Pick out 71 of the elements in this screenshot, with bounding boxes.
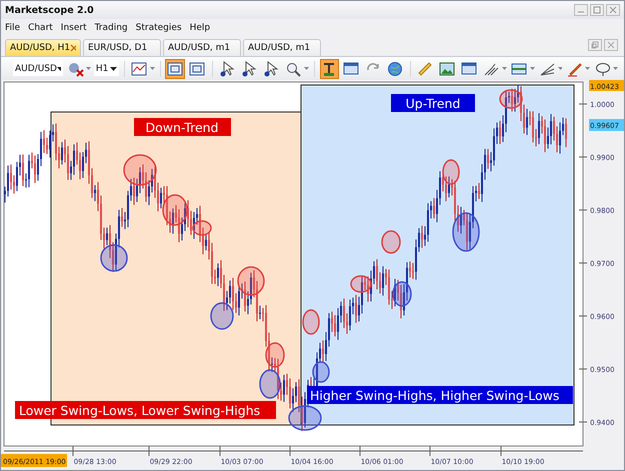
cursor-icon	[263, 60, 280, 76]
timeframe-dropdown[interactable]: H1	[94, 61, 119, 76]
menu-item[interactable]: Chart	[28, 22, 53, 32]
swing-high-circle	[192, 220, 212, 236]
menu-item[interactable]: Insert	[60, 22, 87, 32]
close-icon[interactable]	[70, 44, 76, 52]
window-icon	[343, 60, 360, 76]
swing-low-circle	[312, 361, 330, 383]
ellipse-icon	[594, 60, 611, 76]
caret-icon[interactable]	[304, 67, 309, 70]
swing-low-circle	[392, 281, 412, 307]
remove-indicator-icon	[68, 60, 84, 76]
swing-high-circle	[265, 342, 285, 368]
image-icon	[439, 60, 456, 76]
trend-label: Up-Trend	[391, 94, 475, 112]
maximize-icon	[593, 6, 601, 14]
close-icon	[607, 41, 615, 49]
line-chart-icon	[131, 60, 148, 76]
globe-icon	[387, 60, 404, 76]
cursor-icon	[241, 60, 258, 76]
trend-caption: Lower Swing-Lows, Lower Swing-Highs	[15, 401, 276, 419]
swing-low-circle	[259, 369, 281, 399]
swing-low-circle	[452, 212, 480, 252]
symbol-dropdown[interactable]: AUD/USD	[13, 61, 63, 76]
swing-high-circle	[237, 266, 265, 296]
pencil-icon	[566, 60, 583, 76]
chart-tab[interactable]: AUD/USD, m1	[163, 39, 241, 56]
swing-low-circle	[288, 405, 322, 431]
toolbar-button[interactable]	[240, 58, 259, 78]
caret-icon	[110, 66, 117, 70]
menu-item[interactable]: Strategies	[136, 22, 182, 32]
swing-high-circle	[123, 154, 157, 186]
menu-item[interactable]: File	[5, 22, 20, 32]
swing-high-circle	[381, 230, 401, 254]
toolbar-button[interactable]	[218, 58, 237, 78]
grid-icon	[189, 60, 206, 76]
window-title: Marketscope 2.0	[5, 4, 94, 16]
horizontal-lines-icon	[511, 60, 528, 76]
swing-high-circle	[442, 159, 460, 185]
window-icon	[461, 60, 478, 76]
caret-icon[interactable]	[530, 67, 535, 70]
trend-label: Down-Trend	[134, 118, 231, 136]
close-icon	[609, 6, 617, 14]
grid-icon	[167, 60, 184, 76]
menu-item[interactable]: Trading	[94, 22, 128, 32]
caret-icon[interactable]	[150, 67, 155, 70]
swing-low-circle	[100, 244, 128, 272]
swing-low-circle	[210, 302, 234, 330]
chart-tab[interactable]: AUD/USD, m1	[243, 39, 321, 56]
toolbar-button[interactable]	[320, 58, 339, 78]
caret-icon[interactable]	[86, 67, 91, 70]
chart-tab[interactable]: EUR/USD, D1	[83, 39, 161, 56]
swing-high-circle	[162, 194, 188, 226]
swing-high-circle	[499, 89, 523, 109]
caret-icon	[56, 66, 61, 70]
cursor-icon	[219, 60, 236, 76]
toolbar-button[interactable]	[165, 58, 185, 78]
zoom-icon	[285, 60, 302, 76]
toolbar-button[interactable]	[262, 58, 281, 78]
caret-icon[interactable]	[613, 67, 618, 70]
ruler-icon	[417, 60, 434, 76]
swing-high-circle	[302, 309, 320, 335]
menu-item[interactable]: Help	[190, 22, 210, 32]
caret-icon[interactable]	[558, 67, 562, 70]
trend-caption: Higher Swing-Highs, Higher Swing-Lows	[307, 386, 573, 404]
caret-icon[interactable]	[585, 67, 590, 70]
fan-lines-icon	[539, 60, 556, 76]
caret-icon[interactable]	[502, 67, 507, 70]
chart-tab[interactable]: AUD/USD, H1	[5, 39, 81, 56]
restore-icon	[591, 41, 599, 49]
swing-high-circle	[350, 275, 372, 293]
